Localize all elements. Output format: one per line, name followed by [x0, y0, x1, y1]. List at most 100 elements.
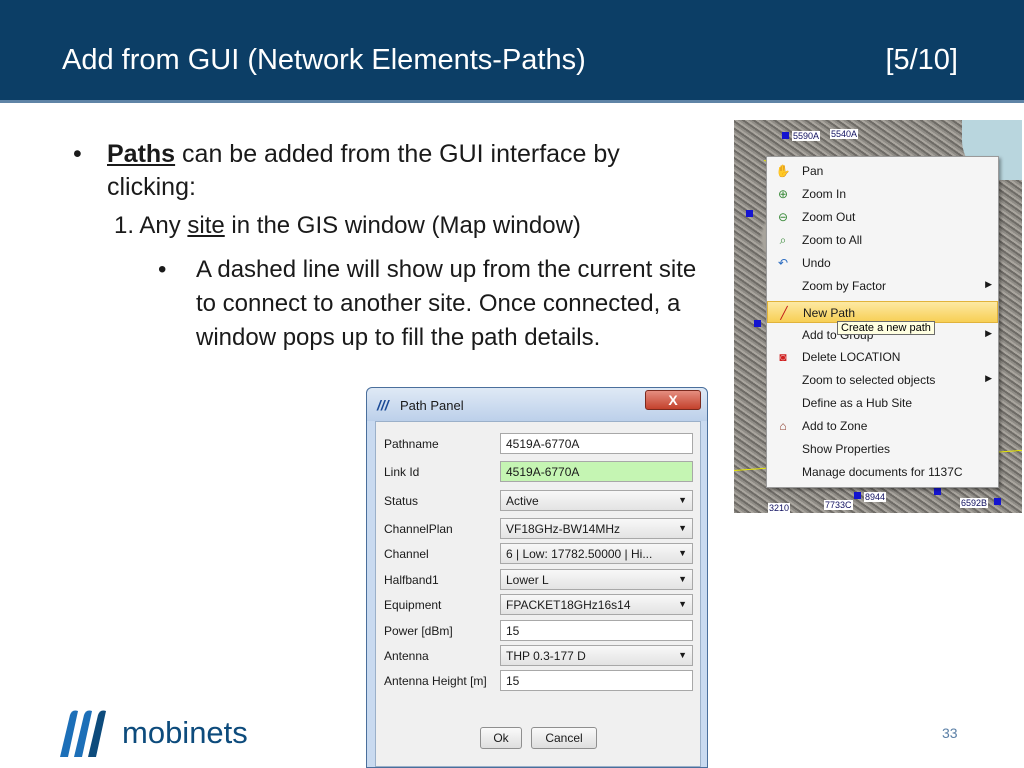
field-channel: Channel 6 | Low: 17782.50000 | Hi... ▼ [376, 543, 700, 565]
step-one: 1. Any site in the GIS window (Map windo… [114, 212, 581, 240]
zoom-in-icon: ⊕ [777, 187, 789, 201]
menu-item-label: Add to Zone [802, 419, 868, 433]
menu-item-zoom-out[interactable]: ⊖ Zoom Out [767, 206, 998, 228]
dropdown-arrow-icon: ▼ [678, 650, 687, 660]
step-one-text: in the GIS window (Map window) [231, 212, 581, 239]
site-label: 8944 [864, 492, 887, 502]
select-value: Active [506, 494, 539, 508]
site-term: site [187, 212, 225, 239]
zoom-all-icon: ⌕ [779, 233, 787, 247]
cancel-button[interactable]: Cancel [531, 727, 597, 749]
equipment-select[interactable]: FPACKET18GHz16s14 ▼ [500, 594, 693, 615]
field-antenna-height: Antenna Height [m] 15 [376, 670, 700, 692]
submenu-arrow-icon: ▶ [985, 328, 992, 338]
menu-item-define-hub[interactable]: Define as a Hub Site [767, 392, 998, 414]
undo-icon: ↶ [777, 256, 789, 270]
menu-item-label: Zoom by Factor [802, 279, 887, 293]
site-label: 7733C [824, 500, 853, 510]
menu-item-label: Zoom Out [802, 210, 856, 224]
site-label: 6592B [960, 498, 989, 508]
field-label: Power [dBm] [384, 624, 453, 638]
menu-item-delete-location[interactable]: ◙ Delete LOCATION [767, 346, 998, 368]
field-pathname: Pathname 4519A-6770A [376, 433, 700, 455]
select-value: THP 0.3-177 D [506, 649, 586, 663]
power-input[interactable]: 15 [500, 620, 693, 641]
logo-mark-icon [60, 710, 106, 757]
field-label: Pathname [384, 437, 439, 451]
menu-item-label: Zoom to selected objects [802, 373, 936, 387]
slide-header: Add from GUI (Network Elements-Paths) [5… [0, 0, 1024, 103]
close-button[interactable]: X [645, 390, 701, 410]
menu-item-label: Undo [802, 256, 831, 270]
antenna-height-input[interactable]: 15 [500, 670, 693, 691]
submenu-arrow-icon: ▶ [985, 373, 992, 383]
menu-item-label: Pan [802, 164, 824, 178]
dropdown-arrow-icon: ▼ [678, 599, 687, 609]
menu-item-add-to-zone[interactable]: ⌂ Add to Zone [767, 415, 998, 437]
field-label: ChannelPlan [384, 522, 453, 536]
menu-item-zoom-to-all[interactable]: ⌕ Zoom to All [767, 229, 998, 251]
menu-item-manage-documents[interactable]: Manage documents for 1137C [767, 461, 998, 483]
site-marker[interactable] [994, 498, 1001, 505]
zoom-out-icon: ⊖ [777, 210, 789, 224]
menu-item-show-properties[interactable]: Show Properties [767, 438, 998, 460]
step-one-prefix: 1. Any [114, 212, 181, 239]
channel-select[interactable]: 6 | Low: 17782.50000 | Hi... ▼ [500, 543, 693, 564]
dropdown-arrow-icon: ▼ [678, 495, 687, 505]
menu-item-label: Zoom In [802, 187, 847, 201]
menu-item-label: Zoom to All [802, 233, 863, 247]
site-marker[interactable] [934, 488, 941, 495]
field-halfband1: Halfband1 Lower L ▼ [376, 569, 700, 591]
paths-term: Paths [107, 140, 176, 168]
status-select[interactable]: Active ▼ [500, 490, 693, 511]
field-antenna: Antenna THP 0.3-177 D ▼ [376, 645, 700, 667]
field-power: Power [dBm] 15 [376, 620, 700, 642]
field-label: Antenna Height [m] [384, 674, 487, 688]
site-marker[interactable] [782, 132, 789, 139]
menu-item-zoom-in[interactable]: ⊕ Zoom In [767, 183, 998, 205]
menu-item-label: New Path [803, 306, 856, 320]
field-label: Halfband1 [384, 573, 439, 587]
site-label: 5540A [830, 129, 859, 139]
menu-item-label: Show Properties [802, 442, 891, 456]
site-marker[interactable] [754, 320, 761, 327]
field-label: Channel [384, 547, 429, 561]
dialog-body: Pathname 4519A-6770A Link Id 4519A-6770A… [375, 421, 701, 767]
site-marker[interactable] [854, 492, 861, 499]
pathname-input[interactable]: 4519A-6770A [500, 433, 693, 454]
menu-item-pan[interactable]: ✋ Pan [767, 160, 998, 182]
dialog-titlebar[interactable]: /// Path Panel X [367, 388, 707, 421]
slide-page-index: [5/10] [885, 44, 958, 76]
field-label: Antenna [384, 649, 429, 663]
dropdown-arrow-icon: ▼ [678, 523, 687, 533]
site-label: 3210 [768, 503, 791, 513]
bullet-text: Paths can be added from the GUI interfac… [107, 138, 707, 204]
antenna-select[interactable]: THP 0.3-177 D ▼ [500, 645, 693, 666]
select-value: VF18GHz-BW14MHz [506, 522, 621, 536]
field-link-id: Link Id 4519A-6770A [376, 461, 700, 483]
field-label: Equipment [384, 598, 442, 612]
hand-icon: ✋ [775, 164, 791, 178]
menu-item-new-path[interactable]: ╱ New Path [767, 301, 998, 323]
halfband1-select[interactable]: Lower L ▼ [500, 569, 693, 590]
channelplan-select[interactable]: VF18GHz-BW14MHz ▼ [500, 518, 693, 539]
menu-item-label: Manage documents for 1137C [802, 465, 963, 479]
bullet-paths-text: can be added from the GUI interface by c… [107, 140, 620, 201]
select-value: Lower L [506, 573, 549, 587]
link-id-input[interactable]: 4519A-6770A [500, 461, 693, 482]
submenu-arrow-icon: ▶ [985, 279, 992, 289]
menu-item-undo[interactable]: ↶ Undo [767, 252, 998, 274]
ok-button[interactable]: Ok [480, 727, 522, 749]
dialog-title: Path Panel [400, 398, 464, 413]
sub-bullet-text: A dashed line will show up from the curr… [196, 256, 697, 351]
field-equipment: Equipment FPACKET18GHz16s14 ▼ [376, 594, 700, 616]
menu-item-zoom-to-selected[interactable]: Zoom to selected objects ▶ [767, 369, 998, 391]
site-marker[interactable] [746, 210, 753, 217]
site-label: 5590A [792, 131, 821, 141]
new-path-tooltip: Create a new path [837, 321, 935, 335]
select-value: 6 | Low: 17782.50000 | Hi... [506, 547, 653, 561]
menu-item-zoom-by-factor[interactable]: Zoom by Factor ▶ [767, 275, 998, 297]
menu-item-label: Delete LOCATION [802, 350, 901, 364]
bullet-dot: • [73, 140, 82, 168]
field-label: Link Id [384, 465, 420, 479]
